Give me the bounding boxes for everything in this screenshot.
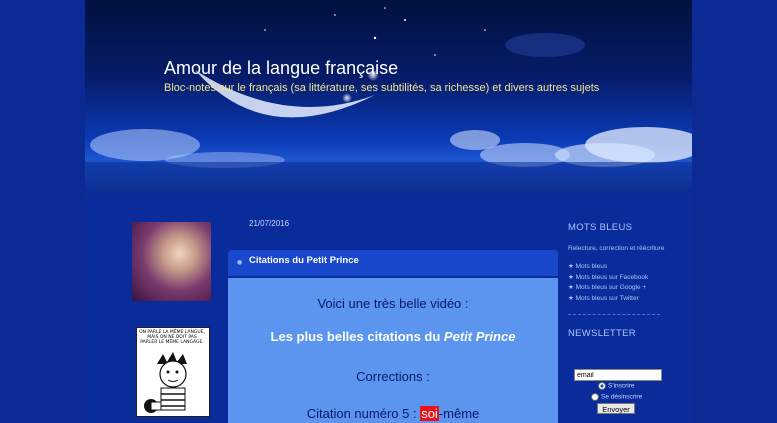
newsletter-email-input[interactable] xyxy=(574,369,662,381)
sidebar-link-facebook[interactable]: ★ Mots bleus sur Facebook xyxy=(568,273,678,284)
post-body: Voici une très belle vidéo : Les plus be… xyxy=(228,278,558,423)
citation-suffix: -même xyxy=(438,406,480,421)
sidebar-divider xyxy=(568,314,660,315)
sidebar-links: ★ Mots bleus ★ Mots bleus sur Facebook ★… xyxy=(568,262,678,304)
site-description: Bloc-notes sur le français (sa littératu… xyxy=(164,82,600,94)
newsletter-heading: NEWSLETTER xyxy=(568,328,636,339)
citation-line: Citation numéro 5 : soi-même xyxy=(228,406,558,421)
bullet-icon: ● xyxy=(237,259,243,266)
unsubscribe-label: Se désinscrire xyxy=(601,393,643,401)
sidebar-link-twitter[interactable]: ★ Mots bleus sur Twitter xyxy=(568,294,678,305)
sidebar-link-label: Mots bleus xyxy=(575,263,608,270)
header-banner: Amour de la langue française Bloc-notes … xyxy=(85,0,692,195)
sidebar-link-label: Mots bleus sur Facebook xyxy=(575,273,649,281)
comic-bubble-text: ON PARLE LA MÊME LANGUE, MAIS ON NE DOIT… xyxy=(139,330,205,346)
mots-bleus-text: Relecture, correction et réécriture xyxy=(568,245,665,252)
post-header: ● Citations du Petit Prince xyxy=(228,250,558,276)
headline-text: Les plus belles citations du xyxy=(270,329,444,344)
citation-highlight: soi xyxy=(420,406,439,421)
sidebar-link-label: Mots bleus sur Google + xyxy=(575,284,647,291)
newsletter-send-button[interactable]: Envoyer xyxy=(597,403,635,414)
right-sidebar: MOTS BLEUS Relecture, correction et rééc… xyxy=(568,222,678,339)
author-photo[interactable] xyxy=(132,222,211,301)
site-title[interactable]: Amour de la langue française xyxy=(164,58,398,79)
subscribe-option[interactable]: S'inscrire xyxy=(598,382,635,390)
headline-emphasis: Petit Prince xyxy=(443,329,516,344)
radio-subscribe[interactable] xyxy=(598,382,606,390)
citation-prefix: Citation numéro 5 : xyxy=(306,406,421,421)
banner-art xyxy=(85,7,692,195)
sidebar-link-label: Mots bleus sur Twitter xyxy=(575,294,639,302)
sidebar-link-mots-bleus[interactable]: ★ Mots bleus xyxy=(568,262,678,273)
post-date: 21/07/2016 xyxy=(249,219,290,228)
sidebar-link-google[interactable]: ★ Mots bleus sur Google + xyxy=(568,283,678,294)
corrections-label: Corrections : xyxy=(356,369,430,384)
radio-unsubscribe[interactable] xyxy=(591,393,599,401)
left-sidebar: ON PARLE LA MÊME LANGUE, MAIS ON NE DOIT… xyxy=(132,222,212,417)
subscribe-label: S'inscrire xyxy=(608,382,635,390)
comic-image[interactable]: ON PARLE LA MÊME LANGUE, MAIS ON NE DOIT… xyxy=(136,327,210,417)
post-intro: Voici une très belle vidéo : xyxy=(317,296,469,311)
post-title[interactable]: Citations du Petit Prince xyxy=(249,255,359,266)
post-headline: Les plus belles citations du Petit Princ… xyxy=(228,329,558,344)
mots-bleus-heading: MOTS BLEUS xyxy=(568,222,633,233)
unsubscribe-option[interactable]: Se désinscrire xyxy=(591,393,642,401)
comic-drawing xyxy=(144,352,187,413)
